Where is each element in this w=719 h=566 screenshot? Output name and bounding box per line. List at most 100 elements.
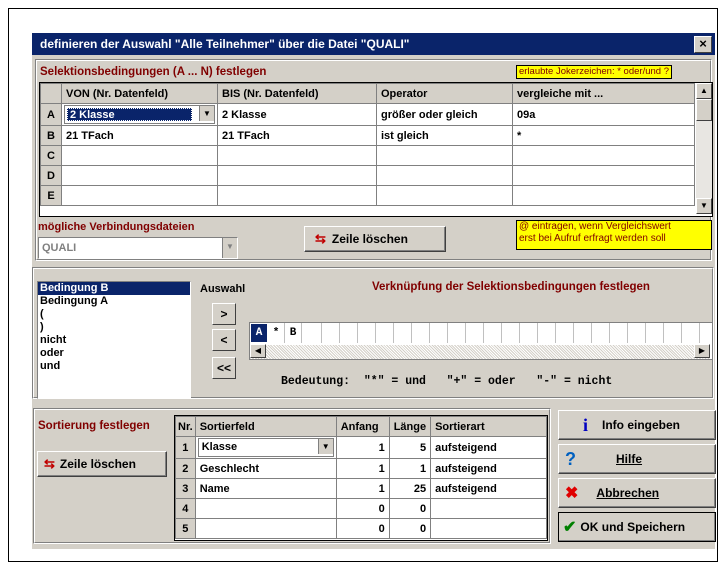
bis-cell[interactable]: 21 TFach <box>217 125 377 146</box>
row-number: 1 <box>175 436 196 459</box>
clear-conditions-button[interactable]: << <box>212 357 236 379</box>
sortierfeld-cell[interactable]: Name <box>194 478 337 499</box>
chevron-down-icon[interactable]: ▼ <box>222 238 237 258</box>
delete-sort-row-button[interactable]: ⇆ Zeile löschen <box>37 451 167 477</box>
chevron-down-icon[interactable]: ▼ <box>317 439 333 454</box>
add-condition-button[interactable]: > <box>212 303 236 325</box>
delete-row-label: Zeile löschen <box>59 457 136 471</box>
sortierfeld-cell[interactable]: Geschlecht <box>194 458 337 479</box>
table-row[interactable]: D <box>40 165 695 186</box>
von-cell[interactable]: 2 Klasse ▼ <box>61 103 218 126</box>
table-row[interactable]: C <box>40 145 695 166</box>
expression-cells: A * B <box>250 323 302 343</box>
dialog-title: definieren der Auswahl "Alle Teilnehmer"… <box>40 37 410 51</box>
anfang-cell[interactable]: 1 <box>335 458 390 479</box>
connection-value: QUALI <box>42 242 77 254</box>
bis-cell[interactable] <box>217 165 377 186</box>
delete-row-label: Zeile löschen <box>331 232 408 246</box>
info-icon: i <box>583 414 589 435</box>
operator-cell[interactable]: ist gleich <box>376 125 513 146</box>
ok-save-button[interactable]: ✔ OK und Speichern <box>558 512 716 542</box>
expression-token[interactable]: * <box>268 323 285 343</box>
vergleich-cell[interactable] <box>512 145 695 166</box>
table-row[interactable]: E <box>40 185 695 206</box>
bis-cell[interactable] <box>217 185 377 206</box>
connection-select[interactable]: QUALI ▼ <box>38 237 238 259</box>
sortierart-cell[interactable]: aufsteigend <box>430 436 547 459</box>
operator-cell[interactable] <box>376 185 513 206</box>
help-button[interactable]: ? Hilfe <box>558 444 716 474</box>
sortierart-cell[interactable]: aufsteigend <box>430 478 547 499</box>
von-cell[interactable] <box>61 165 218 186</box>
list-item[interactable]: oder <box>38 347 190 360</box>
column-header-von: VON (Nr. Datenfeld) <box>61 83 218 104</box>
scroll-down-icon[interactable]: ▼ <box>696 198 712 214</box>
anfang-cell[interactable]: 0 <box>335 518 390 539</box>
table-row[interactable]: 2 Geschlecht 1 1 aufsteigend <box>175 458 547 479</box>
sortierart-cell[interactable] <box>430 518 547 539</box>
list-item[interactable]: Bedingung A <box>38 295 190 308</box>
row-number: 5 <box>175 518 196 539</box>
info-button[interactable]: i Info eingeben <box>558 410 716 440</box>
vergleich-cell[interactable] <box>512 165 695 186</box>
operator-cell[interactable]: größer oder gleich <box>376 103 513 126</box>
checkmark-icon: ✔ <box>563 519 577 536</box>
remove-condition-button[interactable]: < <box>212 329 236 351</box>
table-row[interactable]: A 2 Klasse ▼ 2 Klasse größer oder gleich… <box>40 103 695 126</box>
sortierfeld-cell[interactable]: Klasse ▼ <box>194 436 337 459</box>
anfang-cell[interactable]: 1 <box>335 478 390 499</box>
list-item[interactable]: ) <box>38 321 190 334</box>
von-cell[interactable] <box>61 185 218 206</box>
table-row[interactable]: 1 Klasse ▼ 1 5 aufsteigend <box>175 436 547 459</box>
laenge-cell[interactable]: 1 <box>388 458 432 479</box>
laenge-cell[interactable]: 0 <box>388 498 432 519</box>
laenge-cell[interactable]: 5 <box>388 436 432 459</box>
sortierfeld-value[interactable]: Klasse <box>202 441 237 453</box>
close-button[interactable]: × <box>694 36 712 53</box>
operator-cell[interactable] <box>376 145 513 166</box>
expression-token[interactable]: B <box>285 323 302 343</box>
anfang-cell[interactable]: 1 <box>335 436 390 459</box>
scroll-right-icon[interactable]: ▶ <box>694 344 710 358</box>
selection-scrollbar[interactable]: ▲ ▼ <box>696 83 712 214</box>
sortierart-cell[interactable]: aufsteigend <box>430 458 547 479</box>
expression-token[interactable]: A <box>251 324 267 342</box>
vergleich-cell[interactable]: 09a <box>512 103 695 126</box>
condition-list[interactable]: Bedingung B Bedingung A ( ) nicht oder u… <box>37 281 191 399</box>
scroll-up-icon[interactable]: ▲ <box>696 83 712 99</box>
row-number: 2 <box>175 458 196 479</box>
cancel-button[interactable]: ✖ Abbrechen <box>558 478 716 508</box>
list-item[interactable]: ( <box>38 308 190 321</box>
sortierfeld-cell[interactable] <box>194 518 337 539</box>
table-row[interactable]: B 21 TFach 21 TFach ist gleich * <box>40 125 695 146</box>
vergleich-cell[interactable] <box>512 185 695 206</box>
sortierart-cell[interactable] <box>430 498 547 519</box>
table-row[interactable]: 5 0 0 <box>175 518 547 539</box>
column-header-bis: BIS (Nr. Datenfeld) <box>217 83 377 104</box>
operator-cell[interactable] <box>376 165 513 186</box>
list-item[interactable]: nicht <box>38 334 190 347</box>
bis-cell[interactable] <box>217 145 377 166</box>
help-button-label: Hilfe <box>616 452 643 466</box>
list-item[interactable]: Bedingung B <box>38 282 190 295</box>
chevron-down-icon[interactable]: ▼ <box>199 106 214 121</box>
laenge-cell[interactable]: 25 <box>388 478 432 499</box>
bis-cell[interactable]: 2 Klasse <box>217 103 377 126</box>
sortierfeld-cell[interactable] <box>194 498 337 519</box>
expression-hscrollbar[interactable]: ◀ ▶ <box>250 344 710 359</box>
laenge-cell[interactable]: 0 <box>388 518 432 539</box>
table-row[interactable]: 3 Name 1 25 aufsteigend <box>175 478 547 499</box>
scroll-thumb[interactable] <box>696 99 712 121</box>
von-cell[interactable]: 21 TFach <box>61 125 218 146</box>
von-cell[interactable] <box>61 145 218 166</box>
column-header-operator: Operator <box>376 83 513 104</box>
anfang-cell[interactable]: 0 <box>335 498 390 519</box>
sort-grid: Nr. Sortierfeld Anfang Länge Sortierart … <box>174 415 548 541</box>
table-row[interactable]: 4 0 0 <box>175 498 547 519</box>
scroll-left-icon[interactable]: ◀ <box>250 344 266 358</box>
expression-field[interactable]: A * B ◀ ▶ <box>249 322 713 360</box>
von-dropdown-value[interactable]: 2 Klasse <box>67 108 192 121</box>
delete-condition-row-button[interactable]: ⇆ Zeile löschen <box>304 226 446 252</box>
vergleich-cell[interactable]: * <box>512 125 695 146</box>
list-item[interactable]: und <box>38 360 190 373</box>
